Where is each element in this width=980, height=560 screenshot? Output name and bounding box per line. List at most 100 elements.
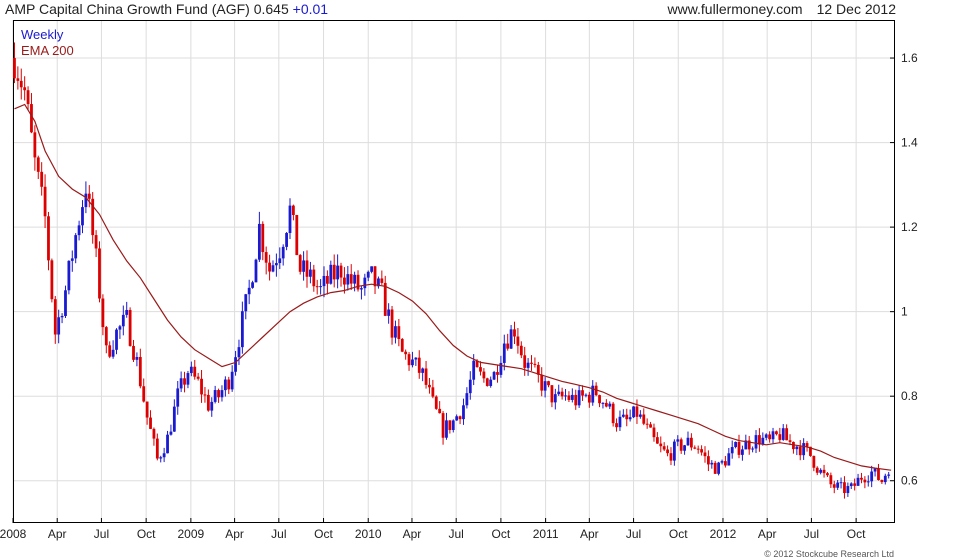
candle-body (642, 414, 646, 424)
candle-body (220, 390, 224, 398)
candle-body (189, 366, 193, 374)
candle-body (373, 266, 377, 287)
candle-body (689, 437, 693, 448)
candle-body (118, 326, 122, 330)
candle-body (621, 414, 625, 417)
candle-body (863, 479, 867, 483)
x-tick-label: Apr (580, 527, 599, 541)
candle-body (472, 360, 476, 380)
candle-body (213, 390, 217, 402)
candle-body (94, 235, 98, 249)
candle-body (274, 263, 278, 266)
site-url[interactable]: www.fullermoney.com (667, 1, 802, 17)
candle-body (339, 265, 343, 278)
x-tick-label: Apr (758, 527, 777, 541)
candle-body (479, 367, 482, 372)
candle-body (611, 403, 615, 424)
x-tick-label: 2010 (355, 527, 382, 541)
candle-body (870, 471, 874, 482)
candle-body (64, 290, 67, 316)
candle-body (319, 286, 323, 288)
candle-body (309, 269, 312, 277)
candle-body (261, 223, 265, 253)
candle-body (155, 438, 159, 459)
candle-body (19, 80, 23, 88)
candle-body (13, 58, 16, 79)
candle-body (302, 260, 305, 272)
candle-body (271, 265, 275, 272)
candle-body (581, 390, 584, 396)
candle-body (492, 372, 496, 380)
candle-body (812, 455, 816, 468)
candle-body (254, 259, 258, 283)
candle-body (264, 252, 268, 263)
candle-body (775, 431, 778, 435)
candle-body (251, 282, 254, 288)
candle-body (210, 401, 214, 411)
candle-body (802, 443, 806, 456)
candle-body (598, 395, 601, 404)
candle-body (530, 362, 533, 364)
candle-body (751, 448, 755, 450)
candle-body (128, 309, 132, 346)
candle-body (16, 78, 20, 81)
candle-body (315, 286, 319, 288)
candle-body (404, 351, 408, 355)
chart-title: AMP Capital China Growth Fund (AGF) 0.64… (5, 1, 328, 17)
candle-body (700, 449, 703, 453)
candle-body (788, 440, 792, 442)
y-tick-label: 0.6 (901, 474, 918, 488)
candle-body (336, 265, 340, 280)
candle-body (465, 393, 469, 406)
y-tick-label: 1.4 (901, 136, 918, 150)
candle-body (696, 448, 700, 450)
candle-body (741, 449, 744, 455)
candle-body (115, 329, 118, 350)
candle-body (186, 373, 190, 385)
candle-body (564, 395, 567, 397)
candle-body (441, 413, 445, 438)
candle-body (628, 417, 632, 420)
candle-body (268, 262, 271, 272)
candle-body (57, 317, 61, 335)
candle-body (713, 462, 717, 474)
x-tick-label: Oct (137, 527, 156, 541)
candle-body (257, 223, 261, 260)
legend-ema: EMA 200 (21, 43, 74, 58)
candle-body (832, 484, 836, 488)
candle-body (754, 435, 758, 449)
candle-body (706, 456, 710, 465)
candle-body (26, 90, 30, 105)
candle-body (734, 441, 738, 448)
candle-body (506, 343, 510, 349)
candle-body (431, 387, 435, 397)
candle-body (23, 87, 27, 91)
candle-body (482, 371, 486, 379)
candle-body (380, 278, 384, 283)
candle-body (81, 207, 84, 226)
candle-body (40, 171, 44, 187)
candle-body (669, 453, 673, 461)
candle-body (142, 386, 146, 402)
candle-body (394, 326, 397, 338)
candle-body (247, 287, 251, 295)
candle-body (67, 260, 71, 291)
candle-body (108, 345, 112, 357)
candle-body (540, 374, 544, 391)
candle-body (839, 482, 843, 484)
candle-body (43, 186, 47, 217)
candle-body (873, 468, 877, 472)
candle-body (183, 378, 186, 385)
candle-body (526, 362, 530, 368)
candle-body (400, 338, 404, 352)
candle-body (138, 356, 142, 387)
candle-body (662, 446, 666, 450)
candle-body (421, 368, 425, 373)
candle-body (390, 309, 394, 338)
candle-body (145, 401, 149, 418)
candle-body (853, 483, 857, 486)
candle-body (455, 416, 459, 421)
candle-body (240, 311, 244, 348)
candle-body (244, 294, 248, 312)
x-tick-label: Apr (403, 527, 422, 541)
